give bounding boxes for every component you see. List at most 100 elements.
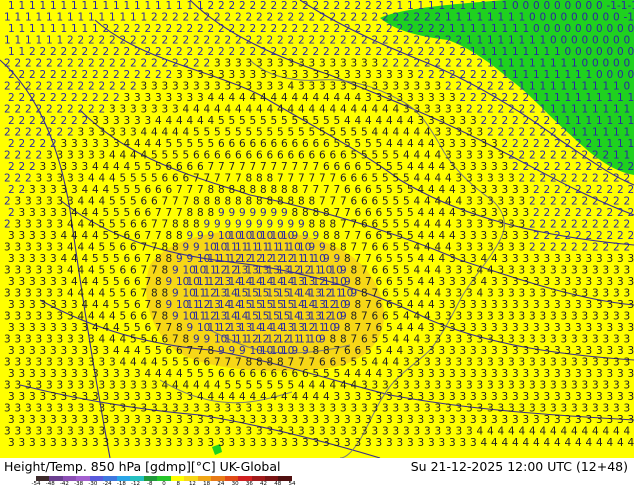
temperature-label: 2 [607,161,614,173]
temperature-label: 2 [36,127,43,139]
temperature-label: 3 [313,437,320,449]
temperature-label: 4 [428,299,435,311]
temperature-label: 9 [208,230,215,242]
temperature-label: 3 [50,299,57,311]
temperature-label: 2 [523,115,530,127]
temperature-label: 4 [71,276,78,288]
temperature-label: 2 [540,219,547,231]
temperature-label: 7 [344,207,351,219]
temperature-label: 1 [575,92,582,104]
temperature-label: 1 [533,69,540,81]
temperature-label: 3 [550,311,557,323]
temperature-label: 4 [477,288,484,300]
temperature-label: 3 [487,311,494,323]
temperature-label: 3 [592,334,599,346]
temperature-label: 2 [57,127,64,139]
temperature-label: 2 [512,92,519,104]
temperature-label: 9 [256,219,263,231]
temperature-label: 3 [466,311,473,323]
temperature-label: 3 [351,403,358,415]
temperature-label: 3 [502,391,509,403]
temperature-label: 3 [29,322,36,334]
temperature-label: 3 [460,391,467,403]
temperature-label: 3 [239,414,246,426]
temperature-label: 0 [628,23,634,35]
temperature-label: 2 [19,184,26,196]
temperature-label: 3 [470,368,477,380]
temperature-label: 2 [8,115,15,127]
temperature-label: 2 [407,23,414,35]
temperature-label: 4 [109,173,116,185]
temperature-label: 1 [554,92,561,104]
temperature-label: 6 [162,173,169,185]
temperature-label: 2 [193,58,200,70]
temperature-label: 3 [575,368,582,380]
temperature-label: 3 [187,92,194,104]
temperature-label: 1 [477,12,484,24]
temperature-label: 3 [229,437,236,449]
temperature-label: 4 [435,242,442,254]
temperature-label: 5 [260,115,267,127]
temperature-label: 2 [4,173,11,185]
temperature-label: 3 [435,380,442,392]
temperature-label: 5 [393,219,400,231]
temperature-label: 8 [162,265,169,277]
temperature-label: 2 [46,127,53,139]
temperature-label: 7 [355,253,362,265]
temperature-label: 8 [166,230,173,242]
temperature-label: 0 [554,0,561,12]
temperature-label: 4 [424,150,431,162]
temperature-label: 2 [208,46,215,58]
temperature-label: 4 [481,437,488,449]
temperature-label: 5 [187,138,194,150]
temperature-label: 3 [61,207,68,219]
temperature-label: 3 [487,403,494,415]
temperature-label: 9 [277,219,284,231]
temperature-label: 3 [445,357,452,369]
temperature-label: 2 [529,150,536,162]
temperature-label: 3 [456,219,463,231]
temperature-label: 3 [523,322,530,334]
temperature-label: 5 [281,115,288,127]
temperature-label: 3 [36,334,43,346]
temperature-label: 2 [120,81,127,93]
temperature-label: 8 [319,219,326,231]
temperature-label: 6 [355,207,362,219]
temperature-label: 3 [29,253,36,265]
temperature-label: 2 [15,173,22,185]
temperature-label: 4 [445,219,452,231]
temperature-label: 3 [466,380,473,392]
temperature-label: 4 [197,115,204,127]
temperature-label: 3 [502,414,509,426]
temperature-label: 3 [239,437,246,449]
temperature-label: 2 [586,230,593,242]
temperature-label: 4 [393,104,400,116]
temperature-label: 7 [319,196,326,208]
temperature-label: 2 [491,69,498,81]
temperature-label: 5 [319,127,326,139]
temperature-label: 3 [460,161,467,173]
temperature-label: 3 [130,403,137,415]
temperature-label: 1 [57,35,64,47]
temperature-label: 3 [29,391,36,403]
temperature-label: 5 [393,242,400,254]
temperature-label: 1 [456,12,463,24]
temperature-label: 3 [225,403,232,415]
temperature-label: 4 [414,127,421,139]
temperature-label: 0 [603,58,610,70]
temperature-label: 1 [624,150,631,162]
temperature-label: 3 [155,391,162,403]
temperature-label: 4 [214,380,221,392]
temperature-label: 3 [256,58,263,70]
temperature-label: 1 [529,58,536,70]
temperature-label: 2 [624,196,631,208]
temperature-label: 0 [592,12,599,24]
temperature-label: 0 [617,69,624,81]
temperature-label: 8 [162,242,169,254]
temperature-label: 1 [124,0,131,12]
temperature-label: 3 [540,403,547,415]
temperature-label: 6 [130,242,137,254]
temperature-label: 3 [449,391,456,403]
temperature-label: 3 [575,391,582,403]
temperature-label: 2 [571,219,578,231]
